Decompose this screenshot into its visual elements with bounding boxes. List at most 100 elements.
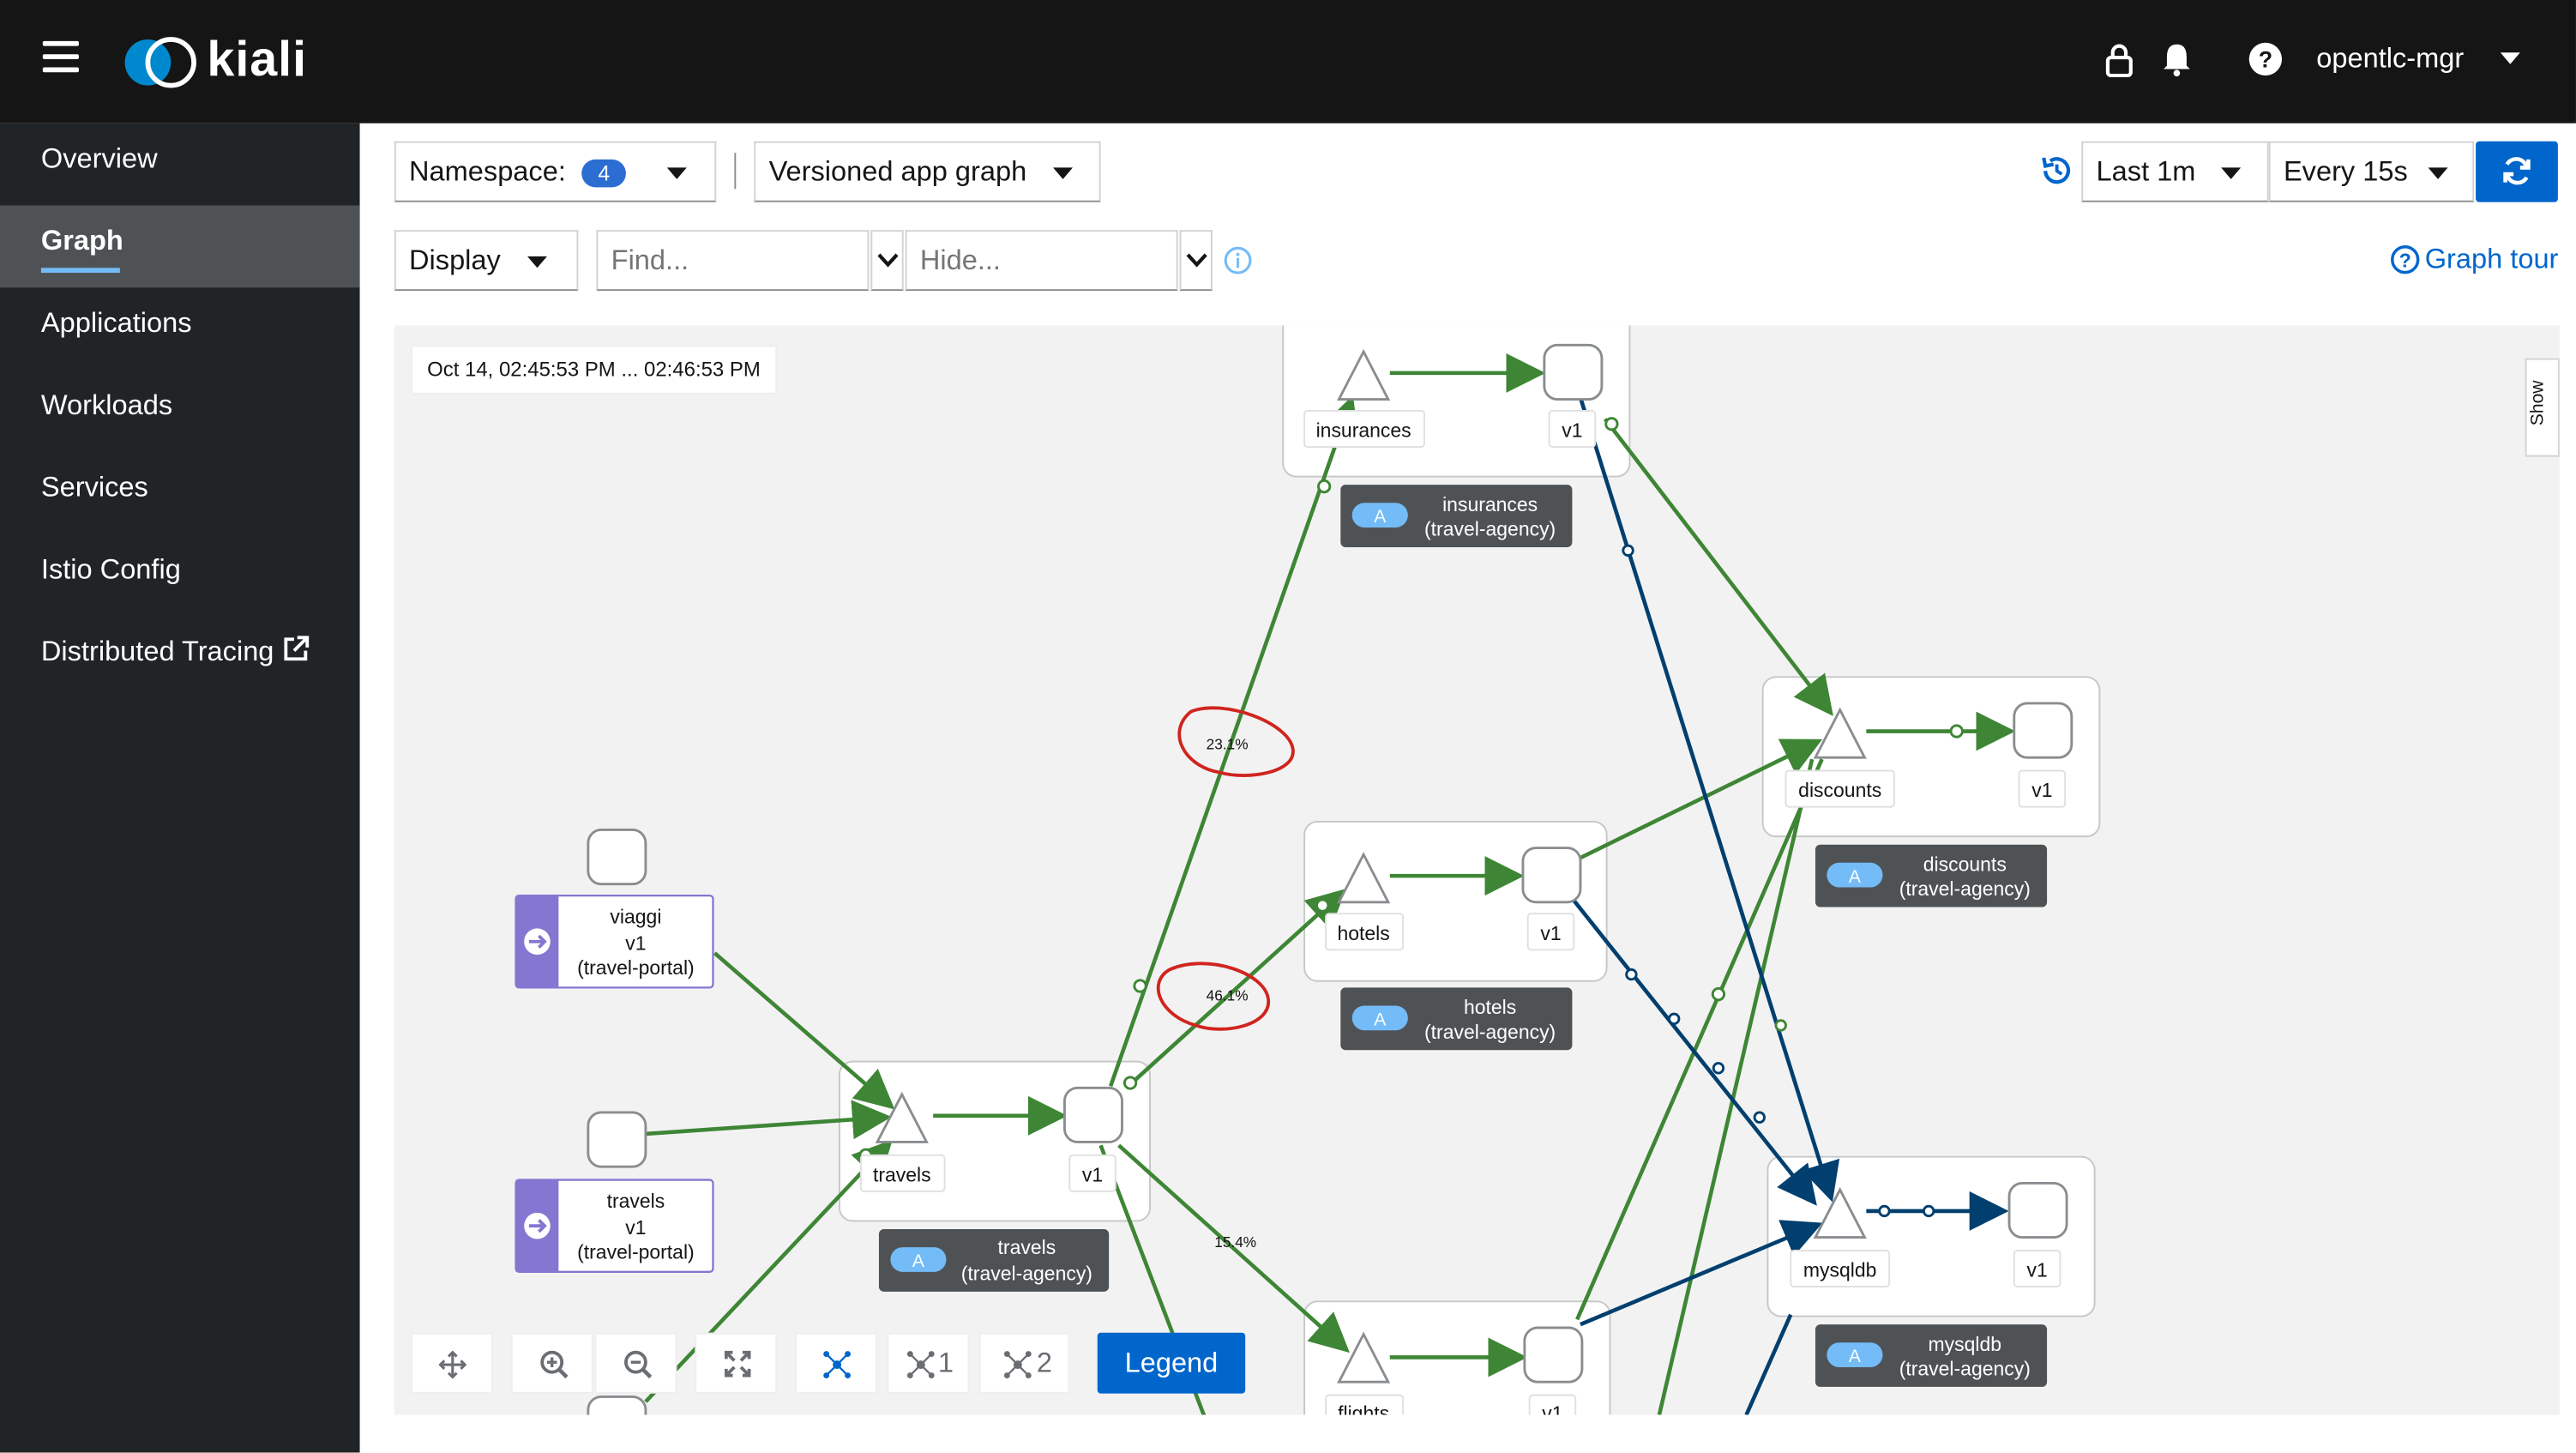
graph-canvas[interactable]: insurances v1 hotels v1 discounts v1 tra… (394, 325, 2560, 1415)
edge-dot (1753, 1111, 1766, 1124)
edge-dot (1878, 1204, 1891, 1218)
node-label: v1 (1082, 1163, 1103, 1185)
node-label: flights (1338, 1402, 1389, 1414)
edge[interactable] (1603, 418, 1833, 716)
hide-input[interactable] (905, 230, 1178, 292)
sidebar-item-label: Graph (40, 225, 123, 256)
node-label: mysqldb (1803, 1259, 1877, 1281)
app-label-namespace: (travel-agency) (1424, 518, 1556, 540)
namespace-count-badge: 4 (581, 159, 627, 188)
hide-history-toggle[interactable] (1179, 230, 1213, 292)
sidebar-item-applications[interactable]: Applications (0, 287, 360, 370)
move-icon (438, 1350, 467, 1379)
chevron-down-icon[interactable] (2500, 52, 2520, 64)
external-link-icon (284, 636, 310, 661)
caret-down-icon (2221, 167, 2242, 179)
pan-button[interactable] (410, 1332, 493, 1394)
refresh-button[interactable] (2476, 141, 2558, 202)
info-icon[interactable] (1224, 246, 1252, 274)
version-node-hotels-v1[interactable] (1521, 847, 1582, 904)
caret-down-icon (2428, 167, 2448, 179)
graph-type-dropdown[interactable]: Versioned app graph (754, 141, 1101, 202)
kiali-logo-icon[interactable] (122, 29, 204, 95)
display-dropdown[interactable]: Display (394, 230, 579, 292)
edge-dot (1668, 1012, 1681, 1025)
workload-namespace: (travel-portal) (577, 1241, 695, 1263)
edge-dot (1712, 1062, 1725, 1075)
layout-2-button[interactable]: 2 (978, 1332, 1070, 1394)
sidebar-item-workloads[interactable]: Workloads (0, 370, 360, 452)
node-viaggi[interactable] (587, 829, 647, 886)
version-node-mysqldb-v1[interactable] (2007, 1181, 2068, 1239)
app-label-namespace: (travel-agency) (1899, 877, 2031, 900)
sidebar-item-overview[interactable]: Overview (0, 124, 360, 206)
lock-icon[interactable] (2101, 41, 2137, 78)
app-label-name: discounts (1923, 853, 2007, 875)
app-badge-text: A (1374, 507, 1386, 527)
layout-1-button[interactable]: 1 (887, 1332, 970, 1394)
edge[interactable] (713, 951, 895, 1110)
show-side-panel-tab[interactable]: Show (2525, 358, 2560, 457)
toolbar-divider (734, 153, 737, 190)
topology-icon (823, 1351, 852, 1378)
graph-type-value: Versioned app graph (768, 156, 1027, 188)
app-label-name: travels (998, 1236, 1056, 1258)
zoom-in-icon (540, 1350, 569, 1379)
edge-dot (1622, 544, 1634, 557)
sidebar-item-istio-config[interactable]: Istio Config (0, 534, 360, 617)
menu-icon[interactable] (42, 40, 79, 74)
node-travels-portal[interactable] (587, 1111, 647, 1168)
edge-label: 23.1% (1207, 736, 1249, 753)
workload-namespace: (travel-portal) (577, 956, 695, 979)
show-tab-label: Show (2528, 380, 2549, 426)
layout-default-button[interactable] (795, 1332, 878, 1394)
app-badge-text: A (912, 1251, 924, 1271)
sidebar-item-services[interactable]: Services (0, 452, 360, 534)
zoom-in-button[interactable] (510, 1332, 593, 1394)
workload-version: v1 (625, 1216, 646, 1239)
app-badge-text: A (1374, 1010, 1386, 1029)
app-label-name: mysqldb (1929, 1333, 2002, 1355)
refresh-interval-dropdown[interactable]: Every 15s (2268, 141, 2475, 202)
sidebar-item-distributed-tracing[interactable]: Distributed Tracing (0, 616, 360, 698)
app-label-namespace: (travel-agency) (1899, 1358, 2031, 1380)
help-icon[interactable]: ? (2248, 41, 2284, 77)
node-label: hotels (1337, 922, 1389, 944)
edge[interactable] (1572, 899, 1817, 1206)
topology-icon (906, 1351, 935, 1378)
sidebar-item-graph[interactable]: Graph (0, 205, 360, 288)
bell-icon[interactable] (2158, 41, 2194, 77)
version-node-discounts-v1[interactable] (2013, 702, 2073, 759)
find-history-toggle[interactable] (870, 230, 904, 292)
app-label-namespace: (travel-agency) (1424, 1021, 1556, 1043)
brand-name[interactable]: kiali (207, 33, 307, 88)
masthead: kiali ? opentlc-mgr (0, 0, 2576, 124)
workload-name: viaggi (610, 906, 661, 928)
edge-dot (1625, 968, 1638, 981)
version-node-flights-v1[interactable] (1523, 1326, 1584, 1384)
node-unknown[interactable] (587, 1395, 647, 1415)
namespace-dropdown[interactable]: Namespace: 4 (394, 141, 717, 202)
edge-dot (1774, 1019, 1787, 1032)
app-label-name: hotels (1464, 996, 1516, 1018)
version-node-insurances-v1[interactable] (1543, 343, 1604, 401)
zoom-out-icon (624, 1350, 653, 1379)
graph-svg[interactable]: insurances v1 hotels v1 discounts v1 tra… (394, 325, 2560, 1415)
chevron-down-icon (1186, 253, 1207, 268)
version-node-travels-v1[interactable] (1063, 1086, 1123, 1143)
refresh-icon (2503, 157, 2531, 185)
edge[interactable] (1744, 1313, 1793, 1415)
sidebar-item-label: Applications (40, 307, 192, 339)
fit-to-screen-button[interactable] (695, 1332, 778, 1394)
active-indicator (40, 268, 120, 274)
app-label-namespace: (travel-agency) (961, 1262, 1092, 1284)
find-input[interactable] (596, 230, 870, 292)
user-menu[interactable]: opentlc-mgr (2316, 43, 2464, 75)
legend-button[interactable]: Legend (1097, 1332, 1246, 1394)
time-range-dropdown[interactable]: Last 1m (2081, 141, 2269, 202)
layout-1-label: 1 (937, 1347, 954, 1379)
zoom-out-button[interactable] (594, 1332, 677, 1394)
history-icon[interactable] (2039, 153, 2075, 189)
namespace-label: Namespace: (409, 156, 566, 188)
node-label: v1 (1562, 419, 1582, 442)
